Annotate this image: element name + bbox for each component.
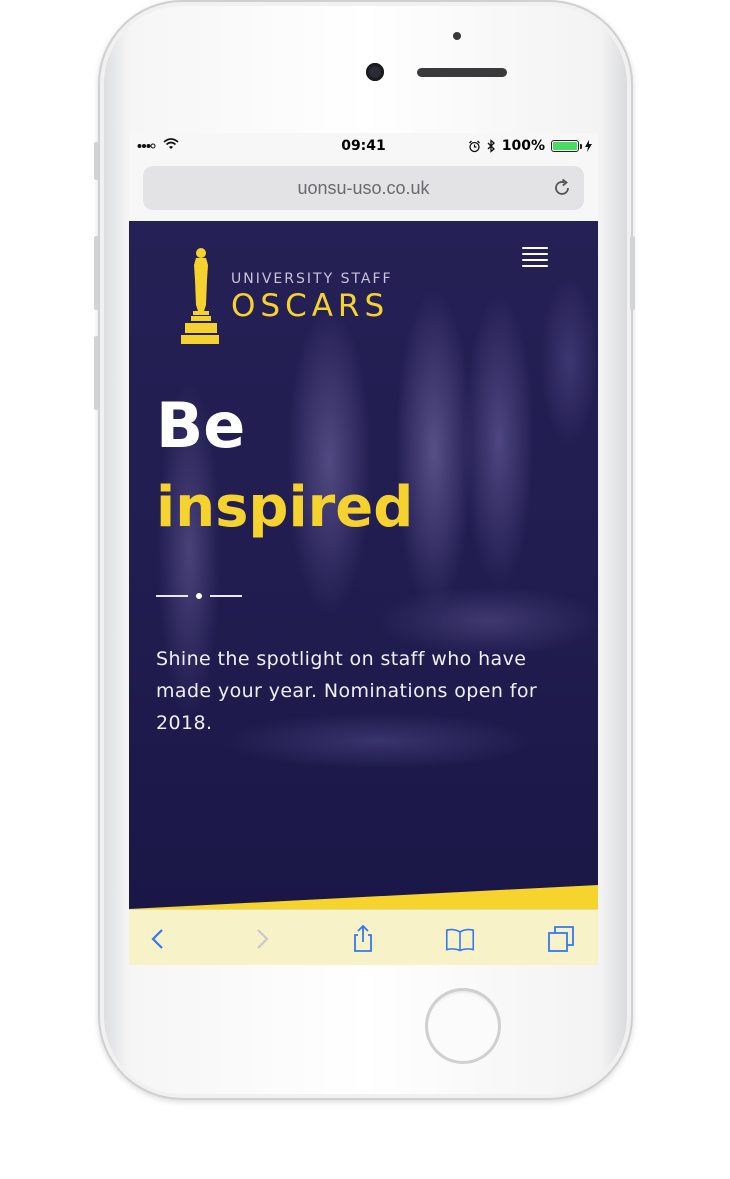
address-bar[interactable]: uonsu-uso.co.uk xyxy=(143,166,584,210)
battery-icon xyxy=(551,140,582,152)
url-text[interactable]: uonsu-uso.co.uk xyxy=(143,178,584,199)
earpiece-speaker xyxy=(417,68,507,77)
browser-toolbar xyxy=(129,909,598,965)
oscar-trophy-icon xyxy=(181,248,219,344)
battery-nub xyxy=(580,144,582,149)
hamburger-menu-icon[interactable] xyxy=(522,247,548,269)
sensor-dot xyxy=(453,32,461,40)
reload-icon[interactable] xyxy=(550,176,574,200)
logo-text: UNIVERSITY STAFF OSCARS xyxy=(231,271,393,323)
battery-fill xyxy=(553,142,577,150)
battery-percent: 100% xyxy=(501,138,545,154)
front-camera xyxy=(366,63,384,81)
phone-screen: 09:41 100% uonsu-uso.co.uk UNIVERSITY ST… xyxy=(129,133,598,965)
status-bar: 09:41 100% xyxy=(129,133,598,161)
forward-icon[interactable] xyxy=(247,924,277,954)
address-bar-area: uonsu-uso.co.uk xyxy=(129,161,598,221)
logo-subtitle: UNIVERSITY STAFF xyxy=(231,271,393,287)
charging-icon xyxy=(585,140,592,152)
tabs-icon[interactable] xyxy=(546,924,576,954)
back-icon[interactable] xyxy=(143,924,173,954)
status-right: 100% xyxy=(468,138,592,154)
bluetooth-icon xyxy=(487,139,495,153)
power-button[interactable] xyxy=(630,236,635,310)
hero-divider xyxy=(156,593,242,599)
bookmarks-icon[interactable] xyxy=(445,924,475,954)
hero-heading-line1: Be xyxy=(156,389,246,462)
site-logo[interactable]: UNIVERSITY STAFF OSCARS xyxy=(179,245,393,345)
alarm-icon xyxy=(468,140,480,152)
logo-title: OSCARS xyxy=(231,288,390,324)
web-content: UNIVERSITY STAFF OSCARS Be inspired Shin… xyxy=(129,221,598,909)
home-button[interactable] xyxy=(425,988,501,1064)
volume-up-button[interactable] xyxy=(94,236,99,310)
accent-wedge xyxy=(129,885,598,909)
volume-down-button[interactable] xyxy=(94,336,99,410)
hero-heading-line2: inspired xyxy=(156,475,414,540)
hero-description: Shine the spotlight on staff who have ma… xyxy=(156,648,538,734)
mute-switch[interactable] xyxy=(94,142,99,180)
share-icon[interactable] xyxy=(348,924,378,954)
